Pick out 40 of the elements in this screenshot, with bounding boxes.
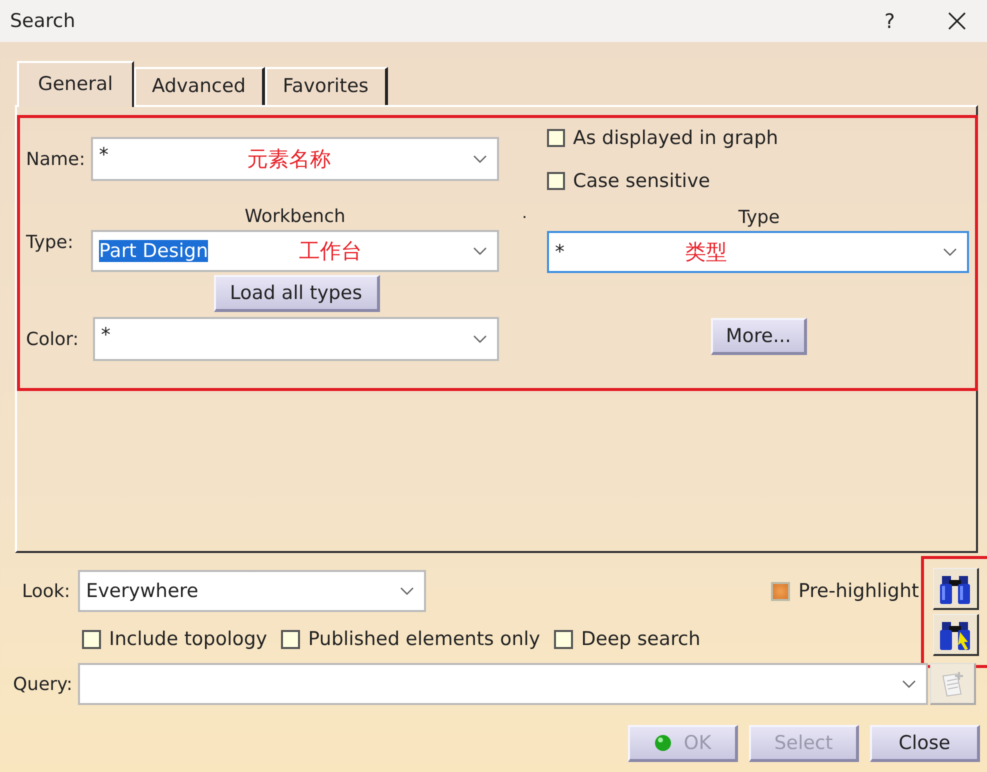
look-combo[interactable]: Everywhere — [78, 570, 426, 612]
field-label: Look: — [22, 580, 72, 602]
separator-dot: . — [522, 203, 528, 223]
column-heading: Workbench — [244, 206, 346, 229]
chevron-down-icon — [473, 335, 487, 343]
annotation-note: 工作台 — [299, 238, 362, 265]
chevron-down-icon — [473, 155, 487, 163]
more-button[interactable]: More... — [711, 318, 807, 355]
workbench-combo[interactable]: Part Design 工作台 — [91, 230, 499, 272]
checkbox[interactable]: Case sensitive — [547, 170, 971, 192]
status-dot-icon — [654, 734, 672, 752]
checkbox[interactable]: Pre-highlight — [771, 580, 919, 602]
annotation-note: 元素名称 — [247, 146, 331, 173]
search-button[interactable] — [932, 568, 978, 610]
type-combo[interactable]: * 类型 — [547, 231, 969, 273]
checkbox[interactable]: Published elements only — [281, 628, 540, 650]
column-heading: Type — [737, 207, 781, 230]
tab[interactable]: General — [17, 61, 134, 107]
tab[interactable]: Favorites — [264, 67, 388, 105]
tab[interactable]: Advanced — [134, 67, 265, 105]
chevron-down-icon — [400, 587, 414, 595]
chevron-down-icon — [943, 248, 957, 256]
dialog-button[interactable]: Close — [870, 725, 980, 762]
help-button[interactable]: ? — [884, 9, 895, 33]
search-button[interactable] — [932, 614, 978, 656]
field-label: Name: — [26, 148, 86, 170]
color-combo[interactable]: * — [93, 317, 499, 361]
close-icon[interactable] — [947, 11, 967, 31]
checkbox[interactable]: Include topology — [82, 628, 268, 650]
checkbox[interactable]: As displayed in graph — [547, 127, 971, 149]
load-all-types-button[interactable]: Load all types — [214, 275, 380, 312]
field-label: Color: — [26, 328, 80, 350]
window-title: Search — [10, 10, 76, 32]
annotation-note: 类型 — [685, 239, 727, 266]
name-combo[interactable]: * 元素名称 — [91, 137, 499, 181]
checkbox[interactable]: Deep search — [554, 628, 700, 650]
chevron-down-icon — [902, 680, 916, 688]
field-label: Query: — [13, 674, 74, 694]
field-label: Type: — [26, 232, 74, 253]
chevron-down-icon — [473, 247, 487, 255]
